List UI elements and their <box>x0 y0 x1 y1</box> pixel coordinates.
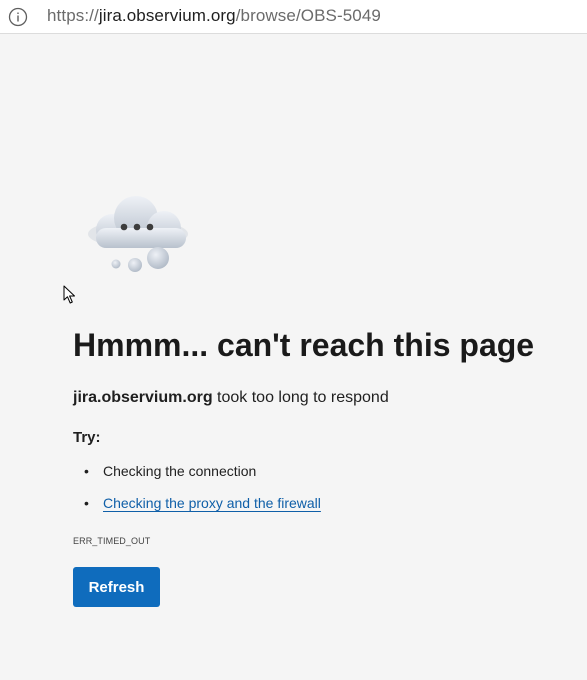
suggestion-list: • Checking the connection • Checking the… <box>73 461 321 525</box>
url-path: /browse/OBS-5049 <box>235 6 381 25</box>
error-host: jira.observium.org <box>73 389 213 406</box>
error-code: ERR_TIMED_OUT <box>73 536 151 546</box>
suggestion-text: Checking the connection <box>103 463 257 479</box>
error-headline: Hmmm... can't reach this page <box>73 327 535 363</box>
bullet: • <box>84 495 89 511</box>
bullet: • <box>84 463 89 479</box>
info-icon[interactable] <box>8 7 28 27</box>
url-host: jira.observium.org <box>98 6 236 25</box>
mouse-cursor-icon <box>63 285 75 304</box>
cloud-icon <box>88 196 188 272</box>
list-item: • Checking the proxy and the firewall <box>73 493 321 525</box>
proxy-firewall-link[interactable]: Checking the proxy and the firewall <box>103 495 321 511</box>
try-label: Try: <box>73 429 101 446</box>
url-prefix: https:// <box>47 6 99 25</box>
address-bar[interactable]: https://jira.observium.org/browse/OBS-50… <box>0 0 587 34</box>
error-message-text: took too long to respond <box>212 389 389 406</box>
refresh-button[interactable]: Refresh <box>73 567 160 607</box>
url-text[interactable]: https://jira.observium.org/browse/OBS-50… <box>47 6 381 26</box>
list-item: • Checking the connection <box>73 461 321 493</box>
error-message: jira.observium.org took too long to resp… <box>73 387 389 409</box>
